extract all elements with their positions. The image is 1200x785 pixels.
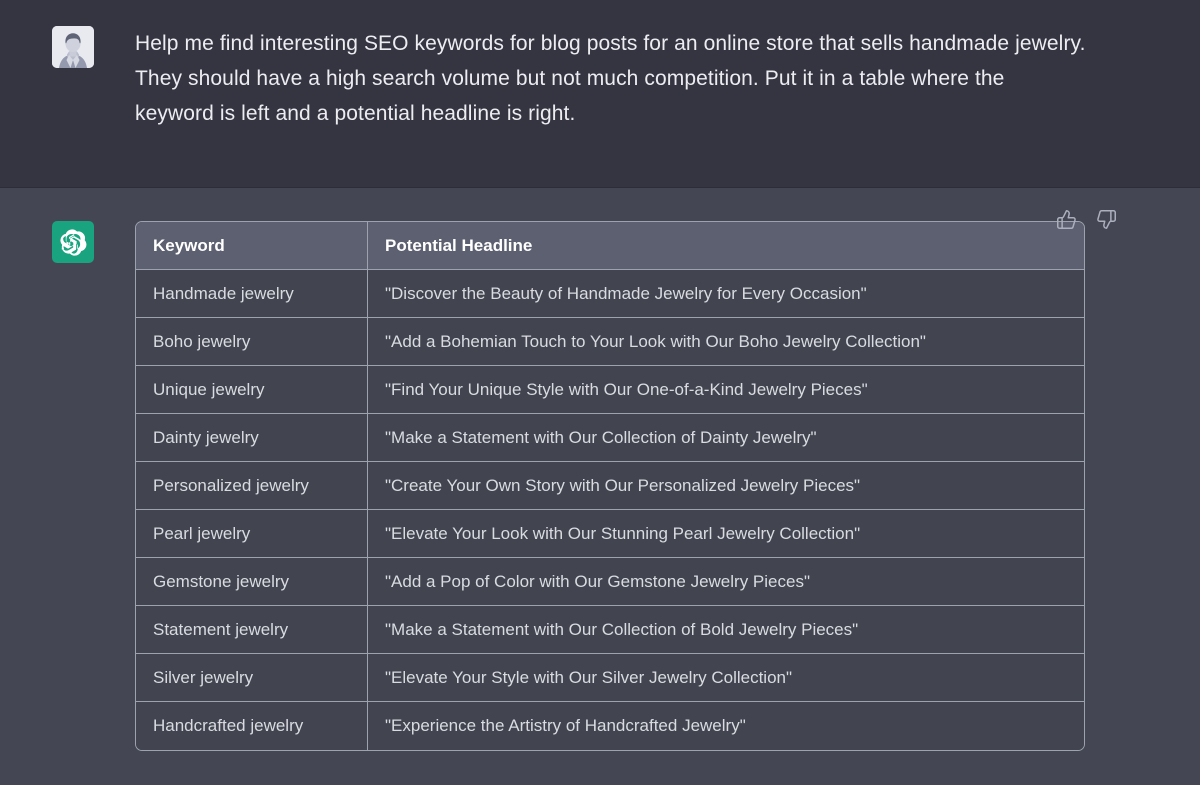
thumbs-up-icon: [1056, 209, 1077, 230]
cell-headline: "Experience the Artistry of Handcrafted …: [368, 702, 1084, 750]
response-table-container: Keyword Potential Headline Handmade jewe…: [135, 221, 1085, 751]
cell-keyword: Boho jewelry: [136, 318, 368, 366]
table-row: Pearl jewelry "Elevate Your Look with Ou…: [136, 510, 1084, 558]
cell-headline: "Make a Statement with Our Collection of…: [368, 606, 1084, 654]
cell-headline: "Add a Pop of Color with Our Gemstone Je…: [368, 558, 1084, 606]
avatar: [52, 26, 94, 68]
table-row: Gemstone jewelry "Add a Pop of Color wit…: [136, 558, 1084, 606]
cell-headline: "Find Your Unique Style with Our One-of-…: [368, 366, 1084, 414]
cell-keyword: Silver jewelry: [136, 654, 368, 702]
table-row: Handcrafted jewelry "Experience the Arti…: [136, 702, 1084, 750]
cell-keyword: Unique jewelry: [136, 366, 368, 414]
cell-headline: "Add a Bohemian Touch to Your Look with …: [368, 318, 1084, 366]
cell-keyword: Personalized jewelry: [136, 462, 368, 510]
table-head: Keyword Potential Headline: [136, 222, 1084, 270]
table-row: Unique jewelry "Find Your Unique Style w…: [136, 366, 1084, 414]
table-row: Personalized jewelry "Create Your Own St…: [136, 462, 1084, 510]
table-row: Dainty jewelry "Make a Statement with Ou…: [136, 414, 1084, 462]
thumbs-up-button[interactable]: [1055, 208, 1078, 231]
column-header-potential-headline: Potential Headline: [368, 222, 1084, 270]
table-row: Boho jewelry "Add a Bohemian Touch to Yo…: [136, 318, 1084, 366]
user-message-text: Help me find interesting SEO keywords fo…: [135, 32, 1086, 125]
cell-headline: "Elevate Your Look with Our Stunning Pea…: [368, 510, 1084, 558]
cell-keyword: Handmade jewelry: [136, 270, 368, 318]
cell-headline: "Discover the Beauty of Handmade Jewelry…: [368, 270, 1084, 318]
cell-headline: "Make a Statement with Our Collection of…: [368, 414, 1084, 462]
cell-keyword: Statement jewelry: [136, 606, 368, 654]
assistant-message-turn: Keyword Potential Headline Handmade jewe…: [0, 188, 1200, 785]
feedback-controls: [1055, 208, 1118, 231]
cell-headline: "Create Your Own Story with Our Personal…: [368, 462, 1084, 510]
cell-keyword: Gemstone jewelry: [136, 558, 368, 606]
thumbs-down-button[interactable]: [1095, 208, 1118, 231]
cell-headline: "Elevate Your Style with Our Silver Jewe…: [368, 654, 1084, 702]
table-header-row: Keyword Potential Headline: [136, 222, 1084, 270]
thumbs-down-icon: [1096, 209, 1117, 230]
table-body: Handmade jewelry "Discover the Beauty of…: [136, 270, 1084, 750]
cell-keyword: Dainty jewelry: [136, 414, 368, 462]
user-message-row: Help me find interesting SEO keywords fo…: [0, 0, 1200, 131]
assistant-message-row: Keyword Potential Headline Handmade jewe…: [0, 188, 1200, 751]
table-row: Handmade jewelry "Discover the Beauty of…: [136, 270, 1084, 318]
cell-keyword: Pearl jewelry: [136, 510, 368, 558]
table-row: Statement jewelry "Make a Statement with…: [136, 606, 1084, 654]
column-header-keyword: Keyword: [136, 222, 368, 270]
openai-logo-icon: [52, 221, 94, 263]
user-message-turn: Help me find interesting SEO keywords fo…: [0, 0, 1200, 188]
table-row: Silver jewelry "Elevate Your Style with …: [136, 654, 1084, 702]
cell-keyword: Handcrafted jewelry: [136, 702, 368, 750]
seo-keywords-table: Keyword Potential Headline Handmade jewe…: [135, 221, 1085, 751]
